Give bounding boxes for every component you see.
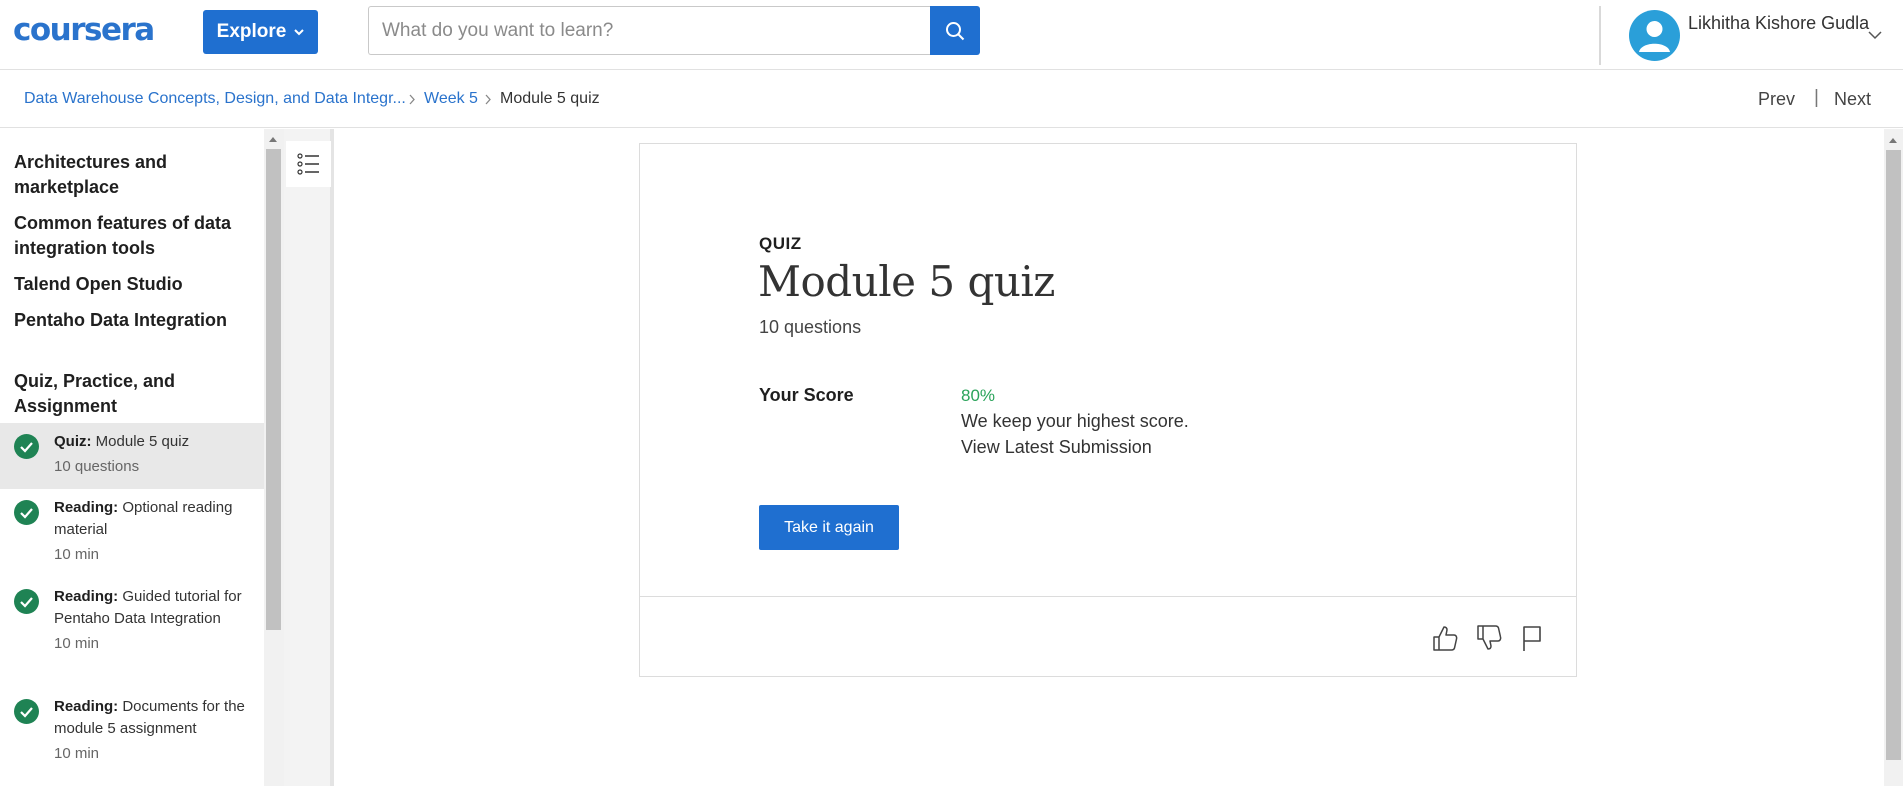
- thumbs-down-icon[interactable]: [1475, 623, 1503, 653]
- item-type: Quiz:: [54, 433, 92, 450]
- sidebar-item-label: Quiz: Module 5 quiz 10 questions: [54, 431, 254, 478]
- top-header: coursera Explore Likhitha Kishore Gudla: [0, 0, 1903, 70]
- item-meta: 10 questions: [54, 458, 140, 475]
- prev-link[interactable]: Prev: [1758, 89, 1795, 110]
- user-name[interactable]: Likhitha Kishore Gudla: [1688, 9, 1878, 38]
- sidebar-item-label: Reading: Guided tutorial for Pentaho Dat…: [54, 586, 254, 655]
- score-value: 80%: [961, 386, 996, 405]
- breadcrumb-current: Module 5 quiz: [500, 90, 600, 107]
- explore-button[interactable]: Explore: [203, 10, 318, 54]
- item-title: Module 5 quiz: [95, 433, 190, 450]
- toc-rail: [284, 129, 334, 786]
- breadcrumb-week[interactable]: Week 5: [424, 90, 478, 108]
- sidebar-item-optional-reading[interactable]: Reading: Optional reading material 10 mi…: [0, 490, 264, 574]
- quiz-question-count: 10 questions: [759, 317, 862, 337]
- breadcrumb: Data Warehouse Concepts, Design, and Dat…: [0, 70, 1903, 128]
- sidebar-item-pentaho-tutorial[interactable]: Reading: Guided tutorial for Pentaho Dat…: [0, 579, 264, 683]
- sidebar-item-assignment-documents[interactable]: Reading: Documents for the module 5 assi…: [0, 689, 264, 773]
- item-type: Reading:: [54, 499, 119, 516]
- sidebar-section[interactable]: Common features of data integration tool…: [14, 211, 244, 261]
- coursera-logo[interactable]: coursera: [13, 12, 155, 48]
- chevron-right-icon: [485, 94, 491, 105]
- chevron-right-icon: [409, 94, 415, 105]
- view-latest-submission-link[interactable]: View Latest Submission: [961, 437, 1152, 458]
- check-circle-icon: [14, 434, 39, 459]
- nav-separator: |: [1814, 87, 1819, 108]
- sidebar-item-module-5-quiz[interactable]: Quiz: Module 5 quiz 10 questions: [0, 423, 264, 489]
- course-sidebar: Architectures and marketplace Common fea…: [0, 129, 264, 786]
- check-circle-icon: [14, 500, 39, 525]
- header-divider: [1599, 6, 1601, 65]
- search-button[interactable]: [930, 6, 980, 55]
- item-type: Reading:: [54, 588, 119, 605]
- sidebar-section[interactable]: Quiz, Practice, and Assignment: [14, 369, 244, 419]
- toggle-outline-button[interactable]: [286, 141, 331, 187]
- take-it-again-button[interactable]: Take it again: [759, 505, 899, 550]
- page-title: Module 5 quiz: [758, 257, 1055, 306]
- breadcrumb-course[interactable]: Data Warehouse Concepts, Design, and Dat…: [24, 90, 406, 108]
- card-divider: [640, 596, 1576, 597]
- item-meta: 10 min: [54, 635, 100, 652]
- main-scrollbar-thumb[interactable]: [1886, 150, 1901, 760]
- score-note: We keep your highest score.: [961, 411, 1189, 431]
- sidebar-item-label: Reading: Documents for the module 5 assi…: [54, 696, 254, 765]
- item-meta: 10 min: [54, 745, 100, 762]
- sidebar-section[interactable]: Talend Open Studio: [14, 272, 244, 297]
- search-icon: [946, 21, 965, 40]
- chevron-down-icon: [294, 29, 305, 36]
- thumbs-up-icon[interactable]: [1431, 623, 1459, 653]
- sidebar-section[interactable]: Architectures and marketplace: [14, 150, 244, 200]
- chevron-down-icon[interactable]: [1868, 30, 1882, 40]
- check-circle-icon: [14, 699, 39, 724]
- scroll-up-arrow-icon[interactable]: [1888, 136, 1898, 144]
- sidebar-item-label: Reading: Optional reading material 10 mi…: [54, 497, 254, 566]
- score-label: Your Score: [759, 385, 854, 405]
- sidebar-section[interactable]: Pentaho Data Integration: [14, 308, 244, 333]
- item-meta: 10 min: [54, 546, 100, 563]
- user-icon: [1639, 21, 1670, 52]
- item-type: Reading:: [54, 698, 119, 715]
- next-link[interactable]: Next: [1834, 89, 1871, 110]
- quiz-label: QUIZ: [759, 234, 802, 253]
- explore-label: Explore: [216, 21, 287, 42]
- avatar[interactable]: [1629, 10, 1680, 61]
- check-circle-icon: [14, 589, 39, 614]
- scroll-up-arrow-icon[interactable]: [268, 135, 278, 143]
- quiz-card: QUIZ Module 5 quiz 10 questions Your Sco…: [639, 143, 1577, 677]
- list-icon: [296, 153, 319, 175]
- sidebar-scrollbar-thumb[interactable]: [266, 149, 281, 630]
- search-input[interactable]: [368, 6, 931, 55]
- flag-icon[interactable]: [1518, 623, 1546, 653]
